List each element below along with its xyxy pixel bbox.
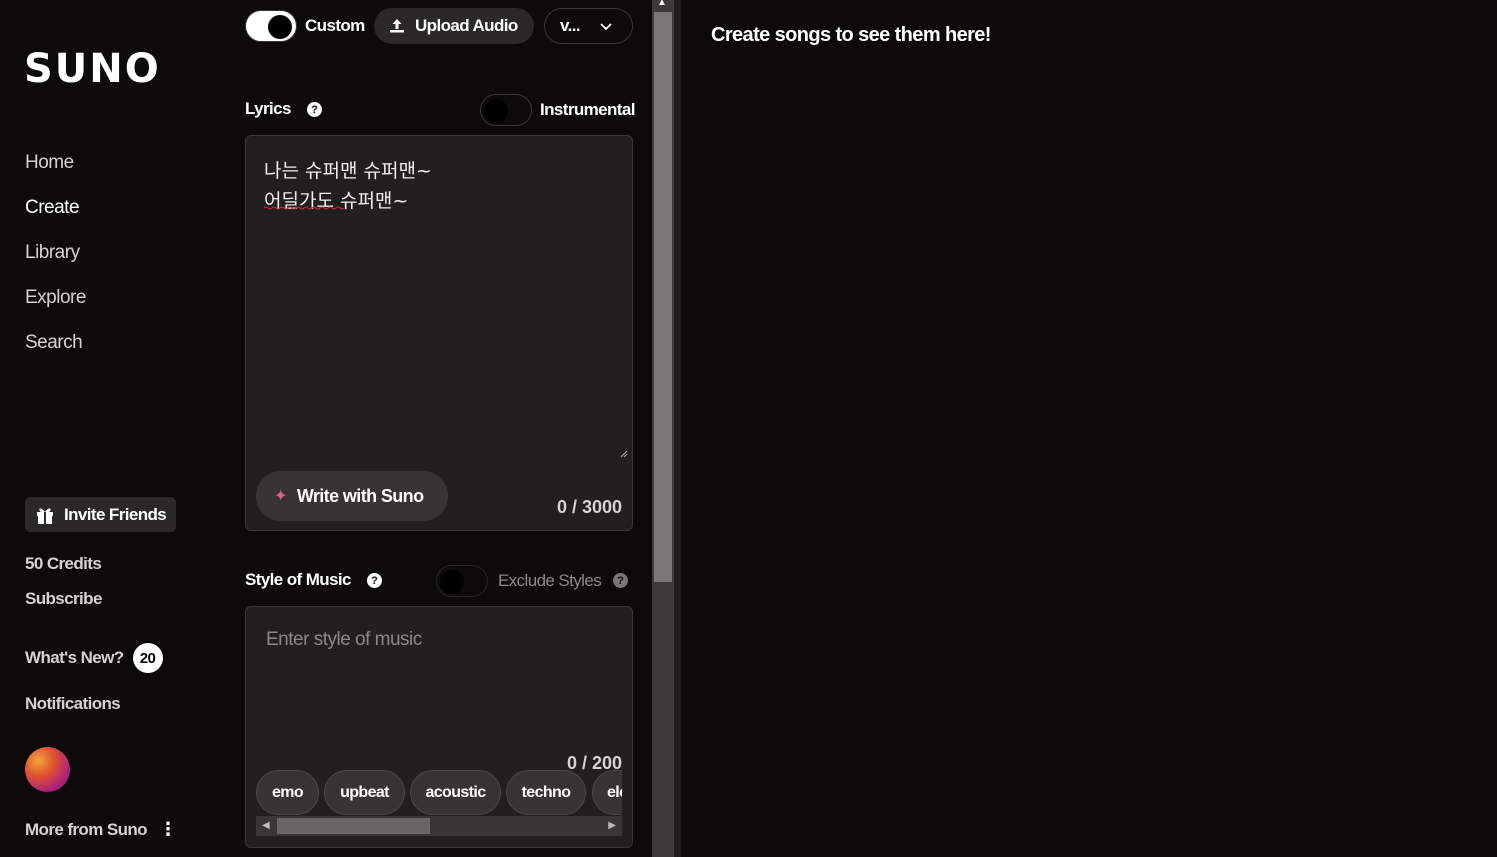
tag-techno[interactable]: techno	[506, 770, 586, 815]
panel-divider[interactable]	[674, 0, 681, 857]
lyrics-help-icon[interactable]: ?	[307, 102, 322, 117]
invite-friends-label: Invite Friends	[64, 504, 167, 524]
panel-scrollbar[interactable]: ▲	[652, 0, 674, 857]
version-select[interactable]: v...	[544, 8, 633, 44]
write-with-suno-label: Write with Suno	[296, 485, 424, 506]
lyrics-label: Lyrics	[245, 99, 291, 118]
exclude-styles-toggle[interactable]	[436, 565, 488, 597]
user-avatar[interactable]	[25, 747, 70, 792]
sparkle-icon: ✦	[274, 488, 287, 505]
subscribe-link[interactable]: Subscribe	[25, 589, 102, 609]
exclude-styles-label: Exclude Styles	[498, 571, 602, 590]
spellcheck-underline	[264, 206, 344, 210]
resize-handle-icon[interactable]	[620, 450, 628, 458]
empty-songs-message: Create songs to see them here!	[711, 24, 991, 46]
create-panel: Custom Upload Audio v... Lyrics ? Instru…	[230, 0, 650, 857]
more-from-suno[interactable]: More from Suno ⋮	[25, 819, 177, 840]
nav-create[interactable]: Create	[25, 197, 80, 219]
chevron-down-icon	[600, 23, 612, 31]
scroll-left-arrow-icon[interactable]: ◀	[262, 820, 270, 831]
tags-scrollbar[interactable]: ◀ ▶	[256, 816, 622, 836]
toggle-knob	[440, 570, 464, 594]
style-input[interactable]	[266, 629, 606, 651]
instrumental-toggle[interactable]	[480, 94, 532, 126]
nav-library[interactable]: Library	[25, 242, 80, 264]
toggle-knob	[268, 15, 292, 39]
whats-new-badge: 20	[132, 643, 163, 673]
more-from-suno-label: More from Suno	[25, 819, 148, 839]
write-with-suno-button[interactable]: ✦ Write with Suno	[256, 471, 448, 521]
notifications-link[interactable]: Notifications	[25, 694, 121, 714]
invite-friends-button[interactable]: Invite Friends	[25, 497, 176, 532]
gift-icon	[37, 508, 53, 524]
instrumental-label: Instrumental	[540, 100, 635, 119]
tag-emo[interactable]: emo	[256, 770, 319, 815]
toggle-knob	[484, 99, 508, 123]
style-tags: emo upbeat acoustic techno electronic	[256, 770, 622, 816]
tag-upbeat[interactable]: upbeat	[324, 770, 405, 815]
upload-icon	[390, 19, 404, 33]
custom-label: Custom	[305, 16, 365, 35]
tag-electronic[interactable]: electronic	[592, 770, 622, 815]
upload-audio-button[interactable]: Upload Audio	[374, 8, 534, 44]
style-help-icon[interactable]: ?	[367, 573, 382, 588]
exclude-styles-help-icon[interactable]: ?	[613, 573, 628, 588]
scroll-right-arrow-icon[interactable]: ▶	[608, 820, 616, 831]
suno-logo[interactable]: SUNO	[24, 46, 161, 92]
more-options-icon[interactable]: ⋮	[159, 819, 177, 840]
scrollbar-thumb[interactable]	[277, 818, 430, 834]
lyrics-textarea[interactable]: 나는 슈퍼맨 슈퍼맨~ 어딜가도 슈퍼맨~ ✦ Write with Suno …	[245, 135, 633, 531]
scrollbar-thumb[interactable]	[654, 12, 672, 582]
credits-count: 50 Credits	[25, 554, 102, 573]
upload-audio-label: Upload Audio	[415, 16, 518, 35]
whats-new-link[interactable]: What's New? 20	[25, 643, 163, 673]
style-of-music-label: Style of Music	[245, 570, 352, 589]
nav-explore[interactable]: Explore	[25, 287, 86, 309]
version-label: v...	[560, 16, 581, 35]
lyrics-counter: 0 / 3000	[556, 497, 622, 517]
custom-toggle[interactable]	[245, 10, 297, 42]
nav-home[interactable]: Home	[25, 152, 74, 174]
whats-new-label: What's New?	[25, 648, 124, 667]
style-of-music-box: 0 / 200 emo upbeat acoustic techno elect…	[245, 606, 633, 848]
nav-search[interactable]: Search	[25, 332, 83, 354]
scroll-up-arrow-icon[interactable]: ▲	[657, 0, 667, 8]
tag-acoustic[interactable]: acoustic	[410, 770, 501, 815]
sidebar: SUNO Home Create Library Explore Search …	[0, 0, 230, 857]
